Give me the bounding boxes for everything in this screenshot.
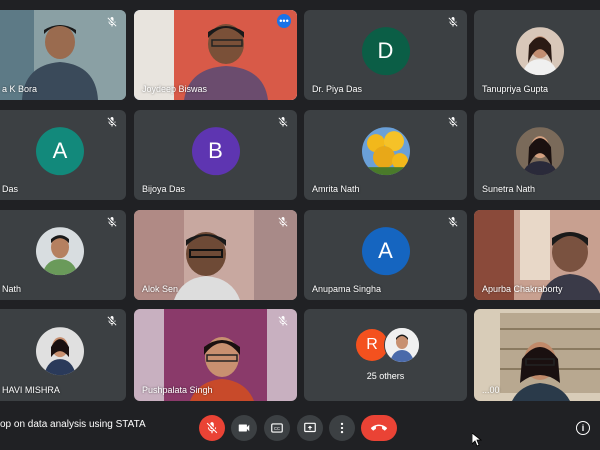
participant-tile[interactable]: A Anupama Singha	[304, 210, 467, 300]
svg-text:CC: CC	[274, 426, 280, 431]
closed-captions-icon: CC	[271, 423, 283, 433]
participant-grid: a K Bora ••• Joydeep Biswas D Dr. Piya D…	[0, 0, 600, 405]
captions-button[interactable]: CC	[264, 415, 290, 441]
participant-name: Pushpalata Singh	[142, 385, 213, 395]
present-button[interactable]	[297, 415, 323, 441]
mic-off-icon	[107, 217, 117, 227]
mic-off-icon	[278, 117, 288, 127]
mouse-cursor-icon	[472, 433, 482, 447]
participant-tile[interactable]: Sunetra Nath	[474, 110, 600, 200]
participant-tile[interactable]: Nath	[0, 210, 126, 300]
mic-off-icon	[107, 117, 117, 127]
participant-name: Dr. Piya Das	[312, 84, 363, 94]
present-screen-icon	[304, 422, 316, 433]
participant-tile[interactable]: Apurba Chakraborty	[474, 210, 600, 300]
avatar-photo	[361, 127, 410, 176]
mic-off-icon	[278, 217, 288, 227]
videocam-icon	[238, 424, 250, 432]
mic-toggle-button[interactable]	[199, 415, 225, 441]
participant-tile[interactable]: Amrita Nath	[304, 110, 467, 200]
meeting-info-button[interactable]: i	[576, 421, 590, 435]
participant-name: Bijoya Das	[142, 184, 186, 194]
mic-off-icon	[448, 217, 458, 227]
participant-tile[interactable]: Tanupriya Gupta	[474, 10, 600, 100]
avatar-photo	[36, 327, 84, 376]
control-bar: op on data analysis using STATA CC i	[0, 405, 600, 450]
participant-tile[interactable]: A Das	[0, 110, 126, 200]
others-tile[interactable]: R 25 others	[304, 309, 467, 401]
avatar-photo	[516, 27, 564, 76]
participant-tile-active[interactable]: ••• Joydeep Biswas	[134, 10, 297, 100]
avatar: A	[361, 227, 410, 276]
participant-tile[interactable]: HAVI MISHRA	[0, 309, 126, 401]
avatar: D	[361, 27, 410, 76]
mic-off-icon	[206, 422, 218, 434]
avatar-photo	[516, 127, 564, 176]
more-options-button[interactable]: •••	[277, 14, 291, 28]
participant-name: Apurba Chakraborty	[482, 284, 563, 294]
meeting-title: op on data analysis using STATA	[0, 419, 146, 430]
participant-tile[interactable]: Alok Sen	[134, 210, 297, 300]
avatar-photo	[36, 227, 84, 276]
avatar-photo	[384, 327, 420, 363]
participant-name: Nath	[2, 284, 22, 294]
avatar: B	[191, 127, 240, 176]
participant-name: Alok Sen	[142, 284, 179, 294]
mic-off-icon	[448, 117, 458, 127]
participant-tile[interactable]: B Bijoya Das	[134, 110, 297, 200]
avatar: A	[36, 127, 84, 176]
more-options-button[interactable]	[329, 415, 355, 441]
leave-call-button[interactable]	[361, 415, 397, 441]
participant-name: Tanupriya Gupta	[482, 84, 549, 94]
participant-name: Amrita Nath	[312, 184, 360, 194]
mic-off-icon	[107, 316, 117, 326]
participant-tile[interactable]: D Dr. Piya Das	[304, 10, 467, 100]
camera-toggle-button[interactable]	[231, 415, 257, 441]
more-vert-icon	[340, 422, 344, 434]
participant-tile[interactable]: ...00	[474, 309, 600, 401]
mic-off-icon	[278, 316, 288, 326]
participant-name: Das	[2, 184, 19, 194]
participant-name: Sunetra Nath	[482, 184, 536, 194]
participant-name: Joydeep Biswas	[142, 84, 208, 94]
participant-name: Anupama Singha	[312, 284, 382, 294]
call-end-icon	[371, 424, 387, 431]
mic-off-icon	[107, 17, 117, 27]
participant-name: ...00	[482, 385, 500, 395]
participant-name: HAVI MISHRA	[2, 385, 60, 395]
participant-tile[interactable]: a K Bora	[0, 10, 126, 100]
participant-name: a K Bora	[2, 84, 38, 94]
others-count: 25 others	[366, 371, 405, 381]
mic-off-icon	[448, 17, 458, 27]
participant-tile[interactable]: Pushpalata Singh	[134, 309, 297, 401]
